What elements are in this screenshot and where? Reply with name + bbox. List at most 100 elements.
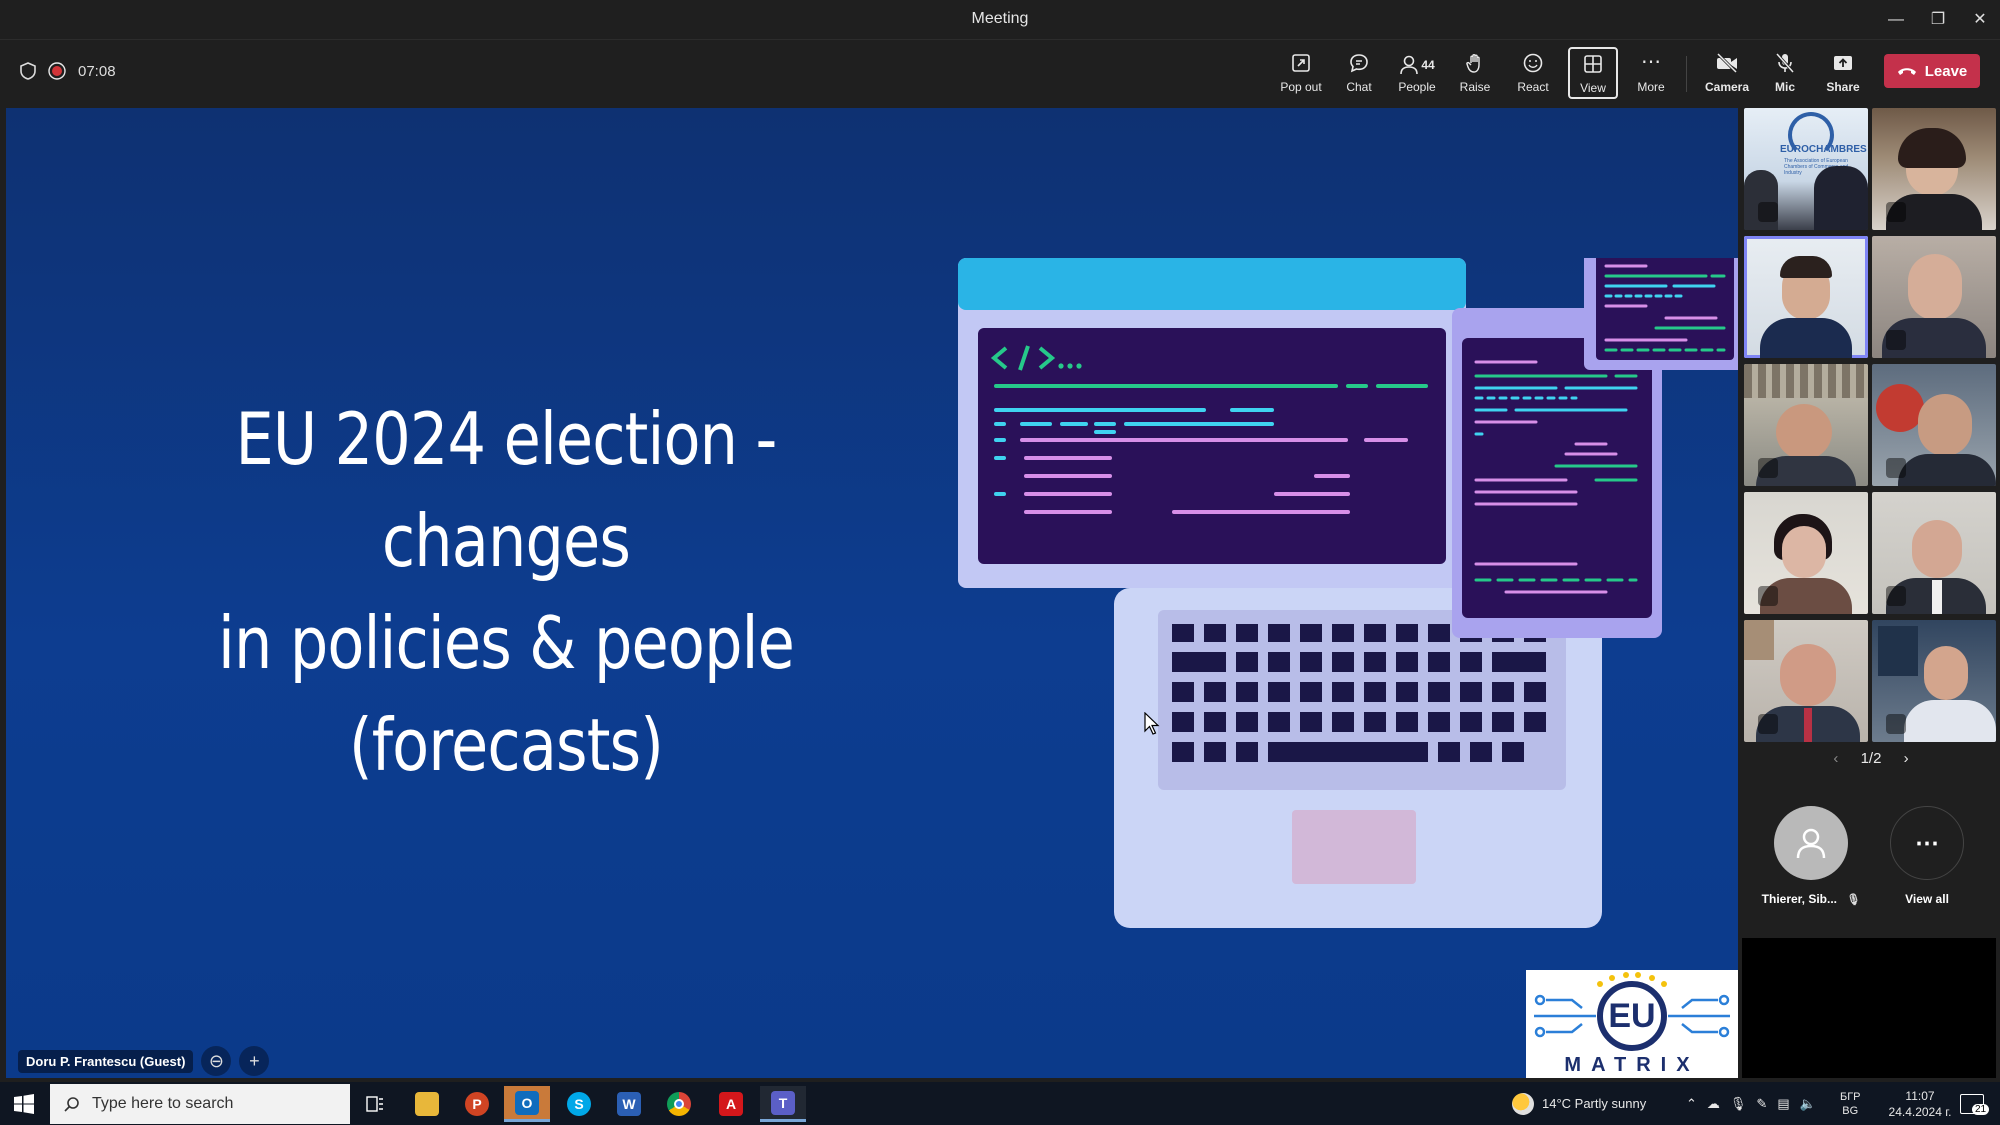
people-button[interactable]: 44 People xyxy=(1388,48,1446,100)
taskbar-chrome[interactable] xyxy=(656,1086,702,1122)
video-tile-4[interactable] xyxy=(1872,236,1996,358)
camera-button[interactable]: Camera xyxy=(1698,48,1756,100)
muted-mic-icon: 🎙 xyxy=(1846,894,1861,906)
video-tile-10[interactable] xyxy=(1872,620,1996,742)
hand-icon xyxy=(1466,54,1480,73)
chevron-up-icon[interactable]: ⌃ xyxy=(1686,1096,1697,1112)
video-tile-6[interactable] xyxy=(1872,364,1996,486)
muted-mic-icon xyxy=(1886,586,1906,606)
taskbar-outlook[interactable]: O xyxy=(504,1086,550,1122)
participant-hair xyxy=(1780,256,1832,278)
taskbar-powerpoint[interactable]: P xyxy=(454,1086,500,1122)
video-tile-3-active-speaker[interactable] xyxy=(1744,236,1868,358)
view-all-button[interactable]: ⋯ View all xyxy=(1872,806,1982,906)
windows-taskbar: Type here to search P O S W A T 14°C Par… xyxy=(0,1082,2000,1125)
background-frame xyxy=(1744,620,1774,660)
tile-logo-text: EUROCHAMBRES xyxy=(1780,144,1867,155)
cloud-icon[interactable]: ☁ xyxy=(1707,1096,1720,1112)
presenter-label-bar: Doru P. Frantescu (Guest) ⊖ + xyxy=(18,1046,270,1076)
leave-button[interactable]: Leave xyxy=(1884,54,1980,88)
video-tile-8[interactable] xyxy=(1872,492,1996,614)
toolbar-divider xyxy=(1686,56,1687,92)
mic-button[interactable]: Mic xyxy=(1756,48,1814,100)
view-button[interactable]: View xyxy=(1568,47,1618,99)
taskbar-teams[interactable]: T xyxy=(760,1086,806,1122)
background-window xyxy=(1878,626,1918,676)
video-tile-2[interactable] xyxy=(1872,108,1996,230)
task-view-button[interactable] xyxy=(352,1086,398,1122)
participant-face xyxy=(1776,404,1832,460)
view-all-label: View all xyxy=(1905,892,1949,906)
notifications-button[interactable]: 21 xyxy=(1960,1082,1990,1125)
taskbar-file-explorer[interactable] xyxy=(404,1086,450,1122)
people-icon xyxy=(1400,55,1419,75)
muted-mic-icon xyxy=(1886,330,1906,350)
windows-logo-icon xyxy=(14,1094,34,1114)
participant-silhouette xyxy=(1814,166,1868,230)
taskbar-search-box[interactable]: Type here to search xyxy=(50,1084,350,1124)
lang-code: БГР xyxy=(1840,1090,1861,1103)
weather-text: 14°C Partly sunny xyxy=(1542,1096,1647,1111)
mic-off-icon xyxy=(1775,53,1795,73)
pen-icon[interactable]: ✎ xyxy=(1756,1096,1767,1112)
audio-participant[interactable]: Thierer, Sib... 🎙 xyxy=(1756,806,1866,906)
input-language[interactable]: БГР BG xyxy=(1840,1082,1861,1125)
chat-button[interactable]: Chat xyxy=(1330,48,1388,100)
slide-title-line-2: in policies & people xyxy=(218,601,795,685)
muted-mic-icon xyxy=(1758,202,1778,222)
restore-icon[interactable]: ❐ xyxy=(1918,8,1958,32)
more-button[interactable]: ⋯ More xyxy=(1622,48,1680,100)
recording-icon xyxy=(48,62,66,80)
powerpoint-icon: P xyxy=(465,1092,489,1116)
share-button[interactable]: Share xyxy=(1814,48,1872,100)
raise-hand-button[interactable]: Raise xyxy=(1446,48,1504,100)
zoom-in-button[interactable]: + xyxy=(239,1046,270,1076)
slide-title: EU 2024 election - changes in policies &… xyxy=(120,388,893,796)
clock-time: 11:07 xyxy=(1905,1088,1935,1103)
participant-name: Thierer, Sib... xyxy=(1761,892,1838,906)
react-label: React xyxy=(1517,80,1549,94)
minimize-icon[interactable]: — xyxy=(1876,8,1916,32)
video-tile-1[interactable]: EUROCHAMBRES The Association of European… xyxy=(1744,108,1868,230)
leave-label: Leave xyxy=(1924,62,1968,80)
taskbar-acrobat[interactable]: A xyxy=(708,1086,754,1122)
outlook-icon: O xyxy=(515,1090,539,1115)
zoom-out-button[interactable]: ⊖ xyxy=(201,1046,232,1076)
participant-body xyxy=(1898,454,1996,486)
video-tile-7[interactable] xyxy=(1744,492,1868,614)
network-icon[interactable]: ▤ xyxy=(1777,1096,1789,1112)
partly-sunny-icon xyxy=(1512,1092,1534,1115)
close-icon[interactable]: ✕ xyxy=(1960,8,2000,32)
taskbar-word[interactable]: W xyxy=(606,1086,652,1122)
taskbar-skype[interactable]: S xyxy=(556,1086,602,1122)
acrobat-icon: A xyxy=(719,1092,743,1116)
lang-region: BG xyxy=(1842,1104,1859,1117)
react-button[interactable]: React xyxy=(1504,48,1562,100)
clock[interactable]: 11:07 24.4.2024 г. xyxy=(1880,1082,1960,1125)
windows-start-button[interactable] xyxy=(14,1094,34,1119)
slide-title-line-1: EU 2024 election - changes xyxy=(235,397,777,583)
participant-face xyxy=(1782,526,1826,578)
laptop-code-illustration xyxy=(958,258,1738,928)
person-icon xyxy=(1796,828,1826,859)
muted-mic-icon xyxy=(1886,202,1906,222)
video-tile-5[interactable] xyxy=(1744,364,1868,486)
slide-title-line-3: (forecasts) xyxy=(348,703,664,787)
chevron-right-icon[interactable]: › xyxy=(1904,750,1909,767)
grid-view-icon xyxy=(1584,55,1602,73)
chevron-left-icon[interactable]: ‹ xyxy=(1833,750,1838,767)
zoom-out-icon: ⊖ xyxy=(208,1051,224,1071)
microphone-icon[interactable]: 🎙 xyxy=(1730,1096,1747,1112)
participant-face xyxy=(1908,254,1962,320)
view-label: View xyxy=(1580,81,1606,95)
weather-widget[interactable]: 14°C Partly sunny xyxy=(1512,1082,1646,1125)
popout-icon xyxy=(1292,54,1310,72)
volume-icon[interactable]: 🔈 xyxy=(1800,1096,1816,1112)
system-tray: ⌃ ☁ 🎙 ✎ ▤ 🔈 xyxy=(1686,1082,1816,1125)
background-shelves xyxy=(1744,364,1868,398)
popout-button[interactable]: Pop out xyxy=(1272,48,1330,100)
video-tile-9[interactable] xyxy=(1744,620,1868,742)
chat-icon xyxy=(1350,54,1368,73)
logo-matrix-text: MATRIX xyxy=(1564,1054,1700,1076)
window-titlebar: Meeting — ❐ ✕ xyxy=(0,0,2000,40)
